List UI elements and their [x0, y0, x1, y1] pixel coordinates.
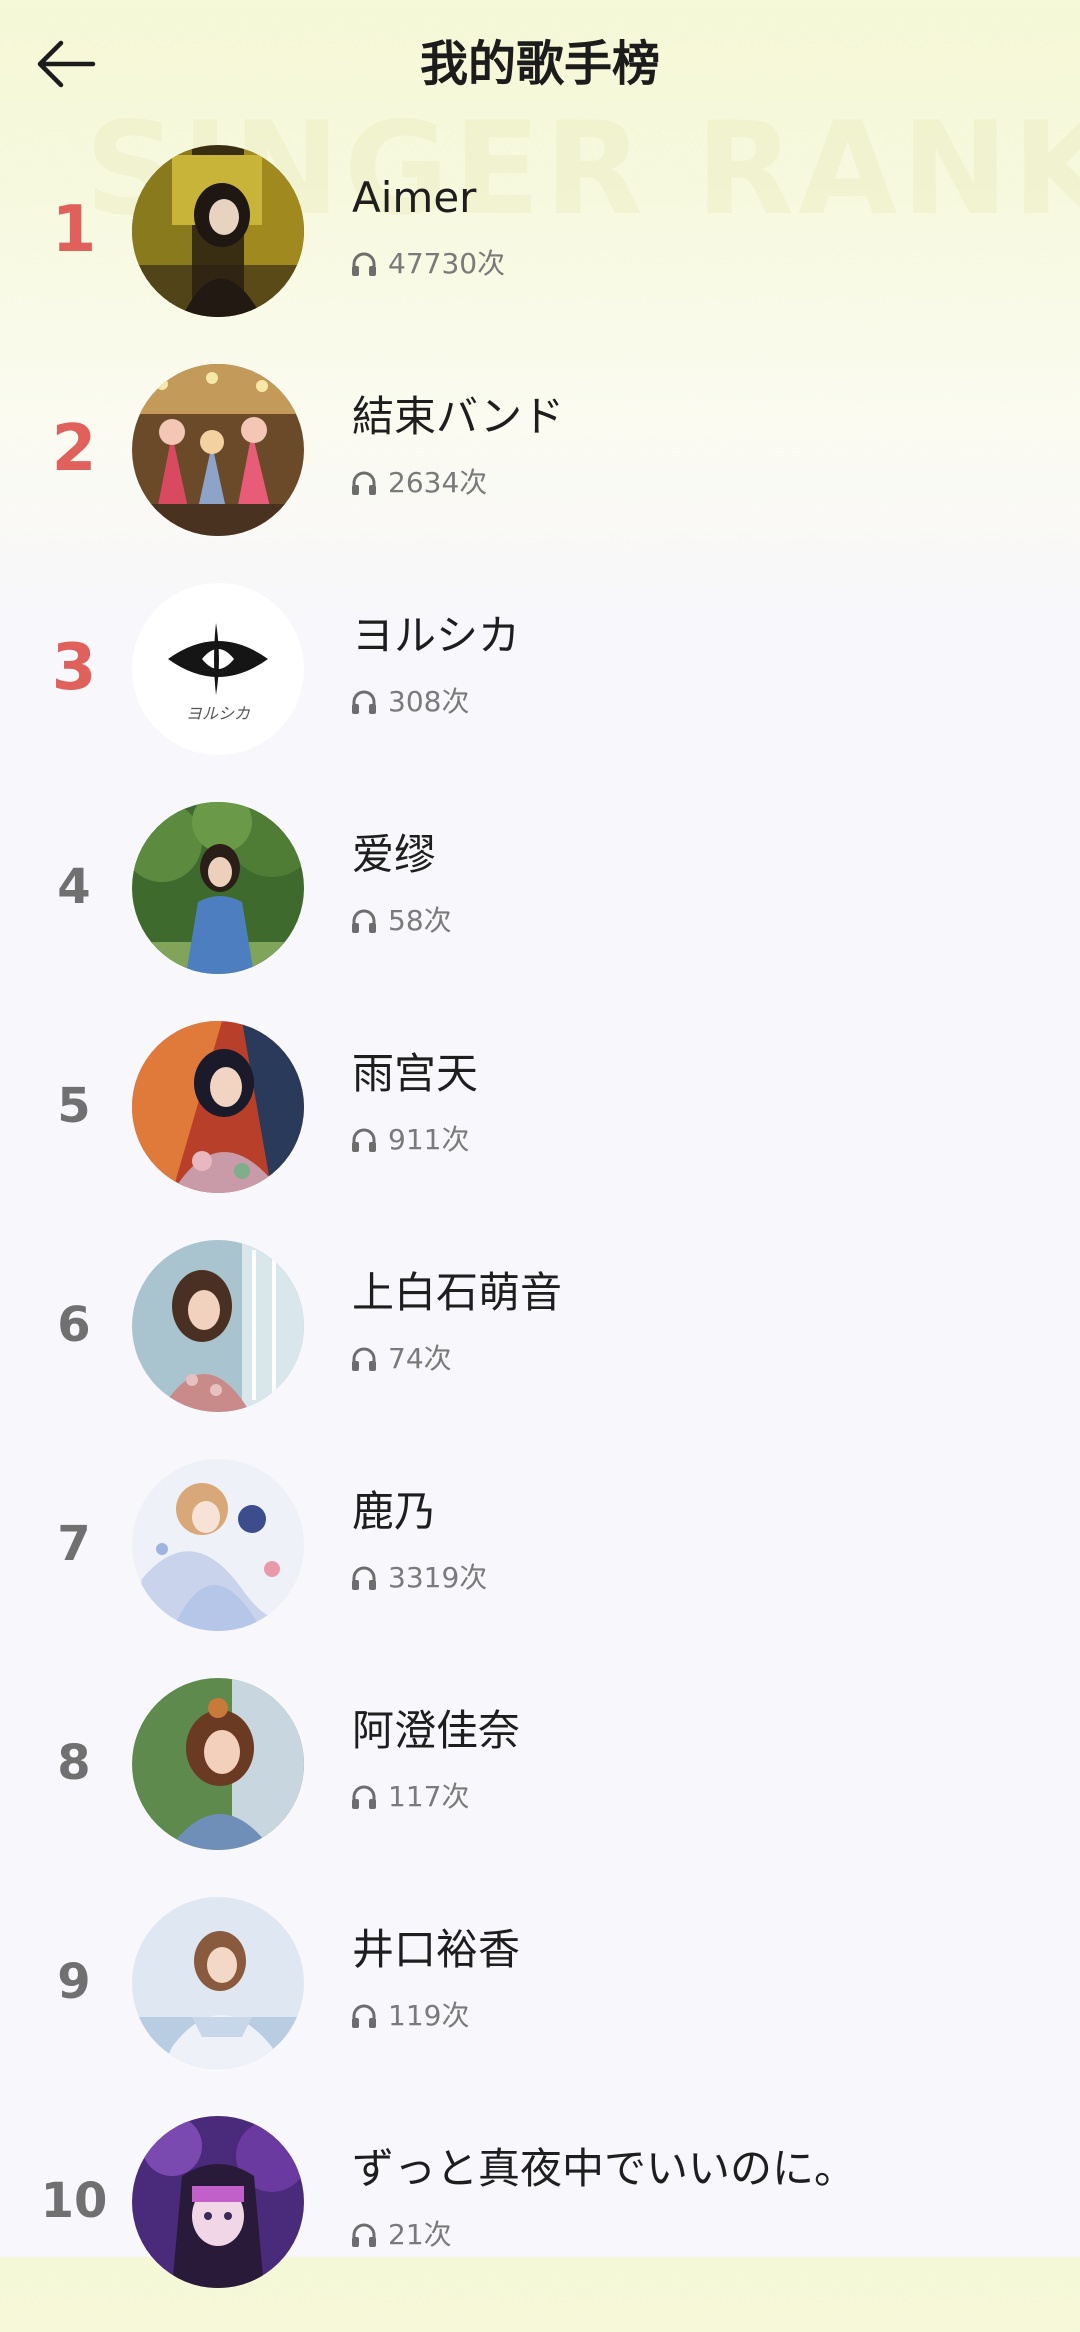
singer-row[interactable]: 9 井口裕香 119次	[0, 1894, 1080, 2113]
play-count-text: 74次	[388, 1342, 452, 1375]
play-count-text: 47730次	[388, 247, 506, 280]
singer-name: ずっと真夜中でいいのに。	[352, 2144, 857, 2193]
singer-avatar[interactable]	[132, 802, 304, 974]
play-count: 119次	[350, 1996, 469, 2036]
rank-number: 1	[51, 193, 97, 267]
singer-row[interactable]: 1 Aimer 47730次	[0, 142, 1080, 361]
headphones-icon	[352, 471, 376, 495]
singer-rank-list: 1 Aimer 47730次 2 結束バンド 2634次 3 ヨルシカ ヨルシカ…	[0, 142, 1080, 2332]
play-count-text: 911次	[388, 1123, 470, 1156]
headphones-icon	[352, 909, 376, 933]
page-title: 我的歌手榜	[419, 36, 660, 92]
singer-row[interactable]: 7 鹿乃 3319次	[0, 1456, 1080, 1675]
play-count: 117次	[350, 1777, 469, 1817]
play-count-text: 58次	[388, 904, 452, 937]
singer-row[interactable]: 4 爱缪 58次	[0, 799, 1080, 1018]
singer-name: 阿澄佳奈	[352, 1706, 521, 1755]
rank-number: 7	[57, 1516, 91, 1572]
singer-row[interactable]: 10 ずっと真夜中でいいのに。 21次	[0, 2113, 1080, 2332]
headphones-icon	[352, 1128, 376, 1152]
rank-number: 3	[51, 631, 97, 705]
rank-number: 2	[51, 412, 97, 486]
headphones-icon	[352, 690, 376, 714]
play-count-text: 2634次	[388, 466, 488, 499]
singer-avatar[interactable]	[132, 1459, 304, 1631]
headphones-icon	[352, 1347, 376, 1371]
rank-number: 8	[57, 1735, 91, 1791]
singer-avatar[interactable]	[132, 2116, 304, 2288]
play-count-text: 117次	[388, 1780, 470, 1813]
singer-row[interactable]: 2 結束バンド 2634次	[0, 361, 1080, 580]
singer-row[interactable]: 3 ヨルシカ ヨルシカ 308次	[0, 580, 1080, 799]
headphones-icon	[352, 1785, 376, 1809]
play-count-text: 119次	[388, 1999, 470, 2032]
singer-avatar[interactable]	[132, 364, 304, 536]
singer-name: 井口裕香	[352, 1925, 521, 1974]
singer-name: 爱缪	[352, 830, 437, 879]
singer-avatar[interactable]	[132, 145, 304, 317]
singer-name: 上白石萌音	[352, 1268, 563, 1317]
rank-number: 4	[57, 859, 91, 915]
singer-row[interactable]: 8 阿澄佳奈 117次	[0, 1675, 1080, 1894]
singer-avatar[interactable]	[132, 1021, 304, 1193]
play-count: 58次	[350, 901, 452, 941]
singer-avatar[interactable]	[132, 1897, 304, 2069]
play-count-text: 21次	[388, 2218, 452, 2251]
singer-name: 鹿乃	[352, 1487, 437, 1536]
rank-number: 9	[57, 1954, 91, 2010]
singer-name: ヨルシカ	[352, 611, 521, 660]
headphones-icon	[352, 2004, 376, 2028]
rank-number: 6	[57, 1297, 91, 1353]
play-count: 21次	[350, 2215, 452, 2255]
header-bar: 我的歌手榜	[0, 0, 1080, 130]
singer-row[interactable]: 5 雨宫天 911次	[0, 1018, 1080, 1237]
singer-name: 雨宫天	[352, 1049, 479, 1098]
singer-avatar[interactable]: ヨルシカ	[132, 583, 304, 755]
play-count: 2634次	[350, 463, 487, 503]
headphones-icon	[352, 2223, 376, 2247]
play-count: 3319次	[350, 1558, 487, 1598]
rank-number: 10	[40, 2173, 108, 2229]
headphones-icon	[352, 252, 376, 276]
headphones-icon	[352, 1566, 376, 1590]
singer-avatar[interactable]	[132, 1678, 304, 1850]
singer-avatar[interactable]	[132, 1240, 304, 1412]
play-count-text: 3319次	[388, 1561, 488, 1594]
play-count: 308次	[350, 682, 469, 722]
singer-name: Aimer	[352, 173, 477, 222]
play-count: 47730次	[350, 244, 505, 284]
play-count-text: 308次	[388, 685, 470, 718]
singer-name: 結束バンド	[352, 392, 565, 441]
singer-row[interactable]: 6 上白石萌音 74次	[0, 1237, 1080, 1456]
rank-number: 5	[57, 1078, 91, 1134]
yorushika-logo-text: ヨルシカ	[186, 704, 251, 723]
play-count: 74次	[350, 1339, 452, 1379]
play-count: 911次	[350, 1120, 469, 1160]
